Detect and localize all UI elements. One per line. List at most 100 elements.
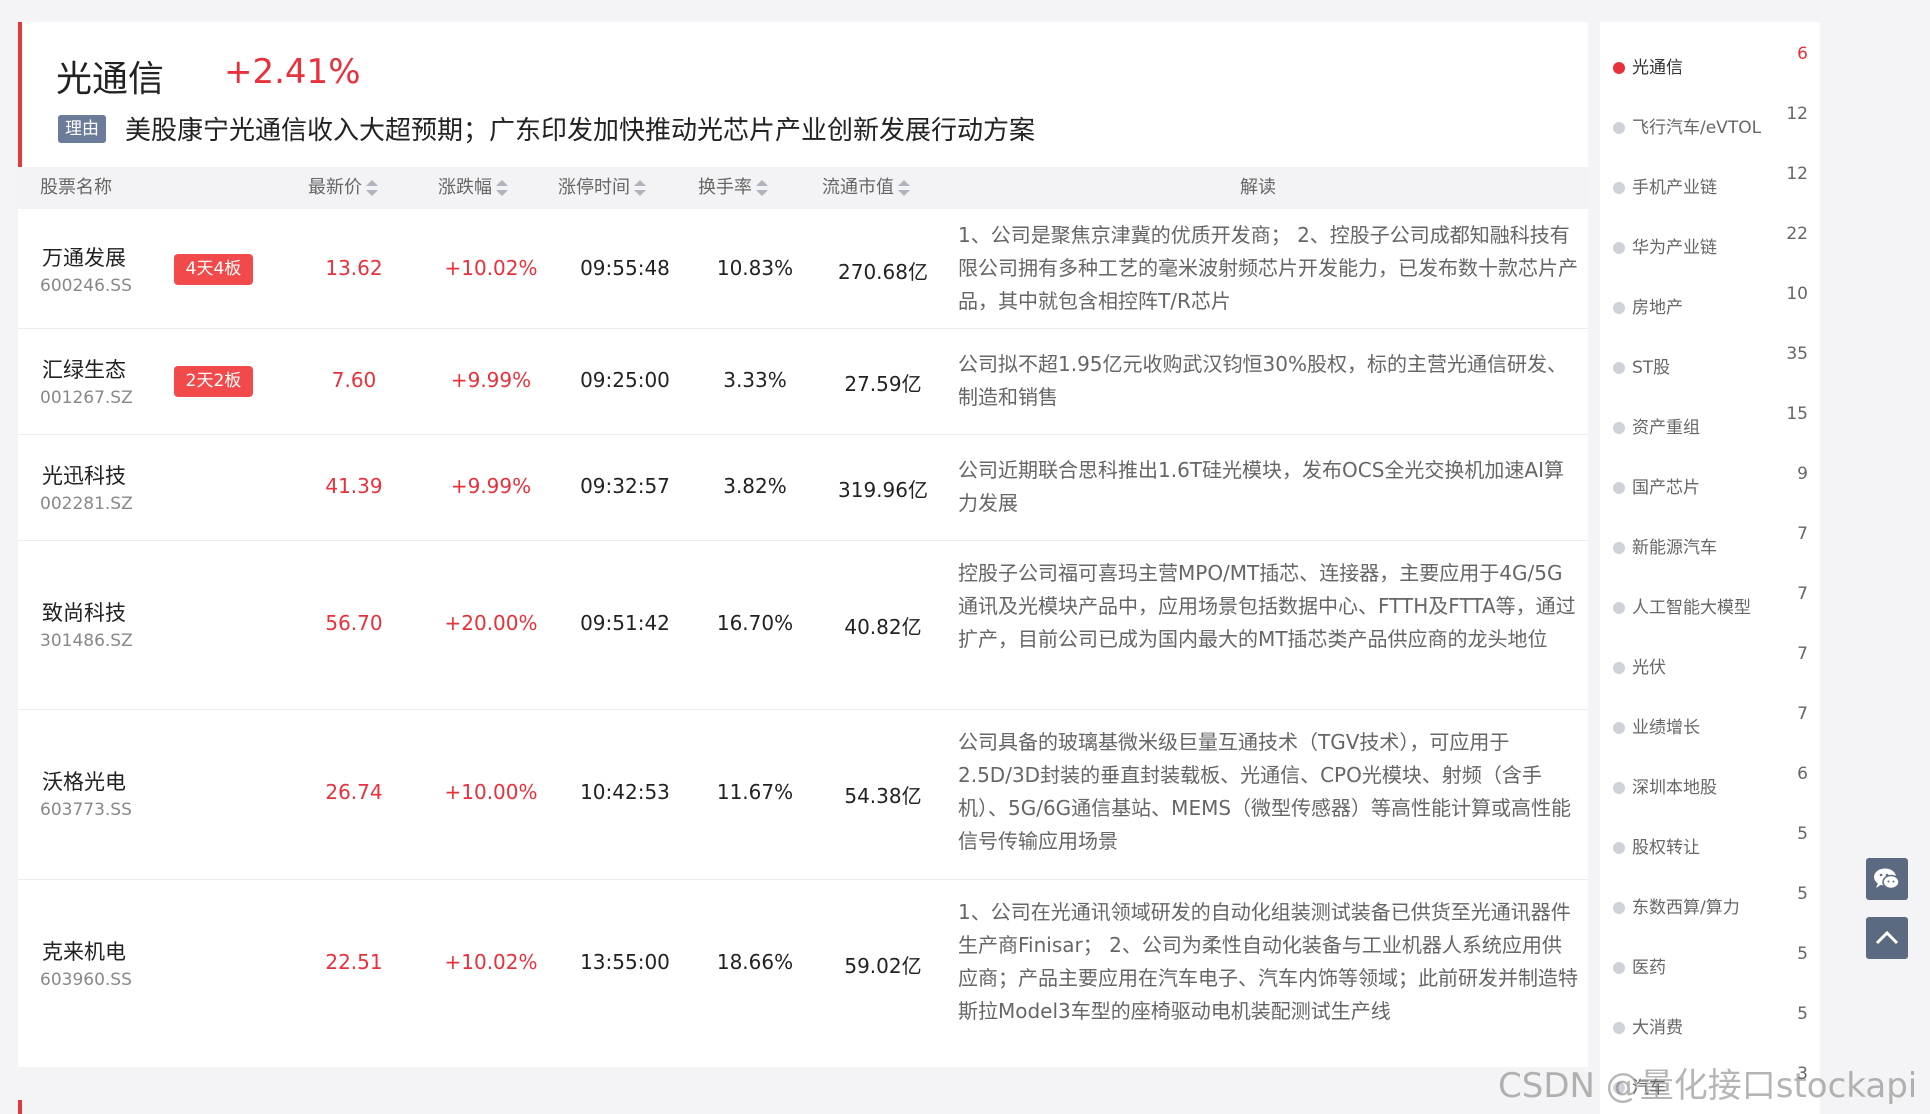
sidebar-item-nev[interactable]: 新能源汽车 7 (1600, 524, 1820, 566)
sidebar-item-optical-comm[interactable]: 光通信 6 (1600, 44, 1820, 86)
sidebar-item-count: 22 (1786, 224, 1808, 244)
wechat-button[interactable] (1866, 858, 1908, 900)
stock-price: 56.70 (325, 611, 383, 635)
limit-up-time: 09:51:42 (580, 611, 670, 635)
sidebar-item-huawei-chain[interactable]: 华为产业链 22 (1600, 224, 1820, 266)
back-to-top-button[interactable] (1866, 917, 1908, 959)
table-row[interactable]: 沃格光电 603773.SS 26.74 +10.00% 10:42:53 11… (18, 710, 1588, 880)
sector-change: +2.41% (224, 52, 361, 92)
stock-pct: +9.99% (450, 474, 532, 498)
sidebar-item-medicine[interactable]: 医药 5 (1600, 944, 1820, 986)
sidebar-item-real-estate[interactable]: 房地产 10 (1600, 284, 1820, 326)
market-cap: 319.96亿 (838, 478, 928, 502)
dot-icon (1613, 242, 1625, 254)
sector-header: 光通信 +2.41% 理由 美股康宁光通信收入大超预期；广东印发加快推动光芯片产… (18, 22, 1588, 167)
header-price[interactable]: 最新价 (308, 167, 379, 209)
limit-up-time: 10:42:53 (580, 780, 670, 804)
dot-icon (1613, 542, 1625, 554)
watermark-text: CSDN @量化接口stockapi (1498, 1066, 1918, 1106)
stock-pct: +10.02% (444, 256, 538, 280)
header-name: 股票名称 (40, 177, 112, 198)
stock-description: 控股子公司福可喜玛主营MPO/MT插芯、连接器，主要应用于4G/5G通讯及光模块… (958, 561, 1576, 651)
sidebar-item-computing-power[interactable]: 东数西算/算力 5 (1600, 884, 1820, 926)
dot-icon (1613, 662, 1625, 674)
limit-up-badge: 2天2板 (174, 366, 253, 397)
stock-name[interactable]: 克来机电 (42, 936, 126, 966)
sidebar-item-count: 7 (1797, 704, 1808, 724)
sidebar-item-count: 7 (1797, 584, 1808, 604)
sidebar-item-pv[interactable]: 光伏 7 (1600, 644, 1820, 686)
sort-icon[interactable] (897, 180, 911, 196)
dot-icon (1613, 362, 1625, 374)
sidebar-item-phone-chain[interactable]: 手机产业链 12 (1600, 164, 1820, 206)
stock-pct: +10.00% (444, 780, 538, 804)
dot-icon (1613, 602, 1625, 614)
sidebar-item-label: ST股 (1632, 358, 1671, 378)
stock-price: 26.74 (325, 780, 383, 804)
sidebar-item-count: 9 (1797, 464, 1808, 484)
header-time[interactable]: 涨停时间 (558, 167, 647, 209)
sidebar-item-evtol[interactable]: 飞行汽车/eVTOL 12 (1600, 104, 1820, 146)
table-row[interactable]: 克来机电 603960.SS 22.51 +10.02% 13:55:00 18… (18, 880, 1588, 1050)
stock-code: 603960.SS (40, 970, 132, 990)
sidebar-item-label: 手机产业链 (1632, 178, 1717, 198)
sidebar-item-ai-llm[interactable]: 人工智能大模型 7 (1600, 584, 1820, 626)
reason-text: 美股康宁光通信收入大超预期；广东印发加快推动光芯片产业创新发展行动方案 (125, 116, 1036, 146)
stock-name[interactable]: 汇绿生态 (42, 354, 126, 384)
sidebar-item-earnings-growth[interactable]: 业绩增长 7 (1600, 704, 1820, 746)
sort-icon[interactable] (755, 180, 769, 196)
stock-name[interactable]: 万通发展 (42, 242, 126, 272)
sidebar-item-label: 国产芯片 (1632, 478, 1700, 498)
dot-icon (1613, 182, 1625, 194)
sidebar-item-label: 大消费 (1632, 1018, 1683, 1038)
turnover-rate: 10.83% (716, 256, 794, 280)
stock-pct: +10.02% (444, 950, 538, 974)
limit-up-time: 13:55:00 (580, 950, 670, 974)
stock-code: 603773.SS (40, 800, 132, 820)
stock-price: 7.60 (331, 368, 377, 392)
header-mcap[interactable]: 流通市值 (822, 167, 911, 209)
stock-name[interactable]: 致尚科技 (42, 597, 126, 627)
stock-code: 301486.SZ (40, 631, 133, 651)
dot-icon (1613, 482, 1625, 494)
header-turnover[interactable]: 换手率 (698, 167, 769, 209)
sidebar-item-equity-transfer[interactable]: 股权转让 5 (1600, 824, 1820, 866)
sidebar-item-count: 6 (1797, 764, 1808, 784)
sidebar-item-label: 深圳本地股 (1632, 778, 1717, 798)
sidebar-item-shenzhen-local[interactable]: 深圳本地股 6 (1600, 764, 1820, 806)
table-row[interactable]: 汇绿生态 001267.SZ 2天2板 7.60 +9.99% 09:25:00… (18, 329, 1588, 435)
sector-title: 光通信 (56, 59, 165, 100)
sidebar-item-st[interactable]: ST股 35 (1600, 344, 1820, 386)
sidebar-item-count: 12 (1786, 104, 1808, 124)
dot-icon (1613, 122, 1625, 134)
turnover-rate: 11.67% (716, 780, 794, 804)
limit-up-time: 09:55:48 (580, 256, 670, 280)
stock-name[interactable]: 沃格光电 (42, 766, 126, 796)
sidebar-item-consumer[interactable]: 大消费 5 (1600, 1004, 1820, 1046)
sort-icon[interactable] (633, 180, 647, 196)
table-row[interactable]: 光迅科技 002281.SZ 41.39 +9.99% 09:32:57 3.8… (18, 435, 1588, 541)
stock-name[interactable]: 光迅科技 (42, 460, 126, 490)
sidebar-item-count: 35 (1786, 344, 1808, 364)
sidebar-item-restructuring[interactable]: 资产重组 15 (1600, 404, 1820, 446)
header-pct[interactable]: 涨跌幅 (438, 167, 509, 209)
stock-code: 600246.SS (40, 276, 132, 296)
header-desc: 解读 (1240, 177, 1276, 198)
table-row[interactable]: 万通发展 600246.SS 4天4板 13.62 +10.02% 09:55:… (18, 209, 1588, 329)
sidebar-item-count: 12 (1786, 164, 1808, 184)
stock-price: 13.62 (325, 256, 383, 280)
sidebar-item-count: 15 (1786, 404, 1808, 424)
sidebar-item-label: 资产重组 (1632, 418, 1700, 438)
sort-icon[interactable] (495, 180, 509, 196)
table-row[interactable]: 致尚科技 301486.SZ 56.70 +20.00% 09:51:42 16… (18, 541, 1588, 710)
stock-price: 22.51 (325, 950, 383, 974)
sidebar-item-count: 6 (1797, 44, 1808, 64)
stock-description: 公司拟不超1.95亿元收购武汉钧恒30%股权，标的主营光通信研发、制造和销售 (958, 352, 1567, 409)
sidebar-item-count: 5 (1797, 824, 1808, 844)
stock-description: 1、公司在光通讯领域研发的自动化组装测试装备已供货至光通讯器件生产商Finisa… (958, 900, 1578, 1023)
dot-icon (1613, 722, 1625, 734)
sidebar-item-domestic-chips[interactable]: 国产芯片 9 (1600, 464, 1820, 506)
sort-icon[interactable] (365, 180, 379, 196)
sidebar-item-label: 东数西算/算力 (1632, 898, 1740, 918)
active-dot-icon (1613, 62, 1625, 74)
